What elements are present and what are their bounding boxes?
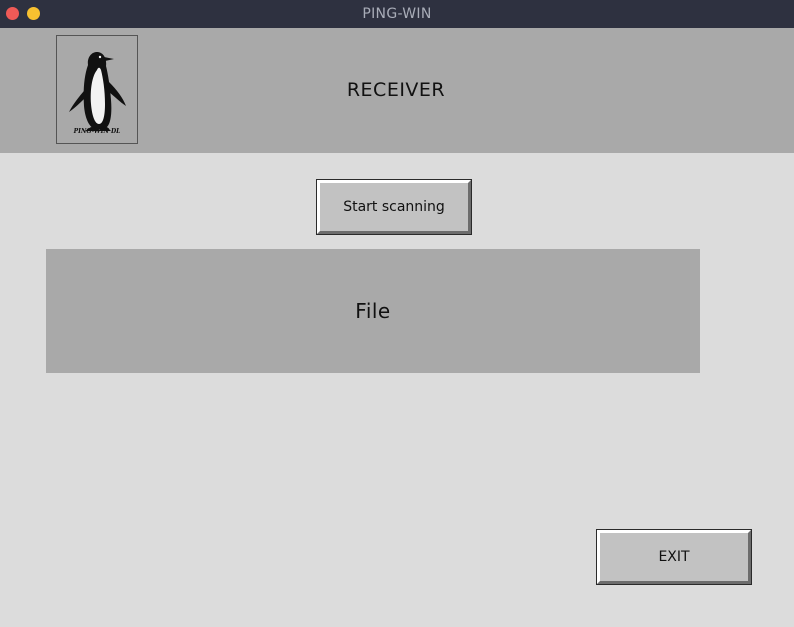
header-banner: PING-WIN DL RECEIVER	[0, 28, 794, 153]
penguin-logo: PING-WIN DL	[56, 35, 138, 144]
window-title: PING-WIN	[362, 6, 432, 22]
file-label: File	[355, 299, 391, 323]
page-title: RECEIVER	[346, 79, 446, 101]
start-scanning-button[interactable]: Start scanning	[316, 179, 472, 235]
file-panel: File	[46, 249, 700, 373]
exit-button[interactable]: EXIT	[596, 529, 752, 585]
logo-caption: PING-WIN DL	[73, 128, 121, 135]
app-window: PING-WIN PING-WIN DL RECEIVER Start scan…	[0, 0, 794, 627]
minimize-window-button[interactable]	[27, 7, 40, 20]
close-window-button[interactable]	[6, 7, 19, 20]
title-bar: PING-WIN	[0, 0, 794, 28]
penguin-icon	[69, 52, 126, 131]
